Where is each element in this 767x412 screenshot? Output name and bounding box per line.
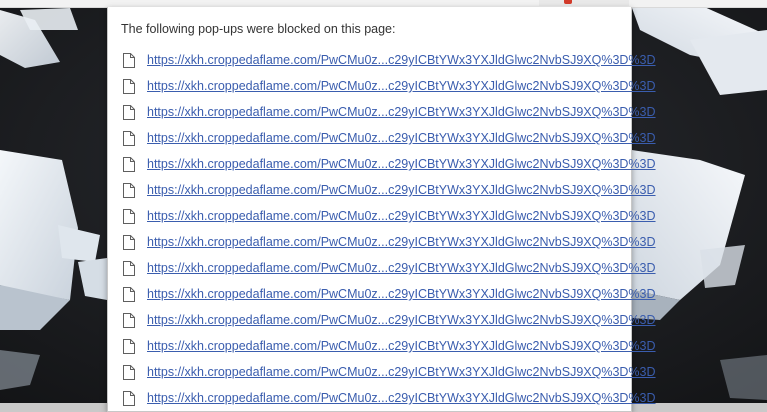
page-icon [123, 52, 135, 68]
blocked-popup-item: https://xkh.croppedaflame.com/PwCMu0z...… [108, 281, 656, 307]
blocked-popup-item: https://xkh.croppedaflame.com/PwCMu0z...… [108, 333, 656, 359]
page-icon [123, 260, 135, 276]
blocked-popup-item: https://xkh.croppedaflame.com/PwCMu0z...… [108, 385, 656, 411]
blocked-popup-link[interactable]: https://xkh.croppedaflame.com/PwCMu0z...… [147, 365, 656, 379]
page-icon [123, 234, 135, 250]
page-icon [123, 104, 135, 120]
page-icon [123, 78, 135, 94]
blocked-popup-item: https://xkh.croppedaflame.com/PwCMu0z...… [108, 229, 656, 255]
blocked-popup-item: https://xkh.croppedaflame.com/PwCMu0z...… [108, 47, 656, 73]
bubble-title: The following pop-ups were blocked on th… [121, 22, 396, 36]
screen: The following pop-ups were blocked on th… [0, 0, 767, 412]
blocked-popup-item: https://xkh.croppedaflame.com/PwCMu0z...… [108, 307, 656, 333]
blocked-popup-badge-icon [564, 0, 572, 4]
blocked-popup-item: https://xkh.croppedaflame.com/PwCMu0z...… [108, 125, 656, 151]
blocked-popup-list: https://xkh.croppedaflame.com/PwCMu0z...… [108, 47, 656, 411]
blocked-popup-link[interactable]: https://xkh.croppedaflame.com/PwCMu0z...… [147, 105, 656, 119]
page-icon [123, 364, 135, 380]
blocked-popup-item: https://xkh.croppedaflame.com/PwCMu0z...… [108, 359, 656, 385]
page-icon [123, 338, 135, 354]
blocked-popup-link[interactable]: https://xkh.croppedaflame.com/PwCMu0z...… [147, 339, 656, 353]
blocked-popup-link[interactable]: https://xkh.croppedaflame.com/PwCMu0z...… [147, 79, 656, 93]
page-icon [123, 182, 135, 198]
blocked-popup-item: https://xkh.croppedaflame.com/PwCMu0z...… [108, 203, 656, 229]
blocked-popup-link[interactable]: https://xkh.croppedaflame.com/PwCMu0z...… [147, 313, 656, 327]
blocked-popup-link[interactable]: https://xkh.croppedaflame.com/PwCMu0z...… [147, 261, 656, 275]
blocked-popup-link[interactable]: https://xkh.croppedaflame.com/PwCMu0z...… [147, 131, 656, 145]
blocked-popup-link[interactable]: https://xkh.croppedaflame.com/PwCMu0z...… [147, 235, 656, 249]
blocked-popup-link[interactable]: https://xkh.croppedaflame.com/PwCMu0z...… [147, 209, 656, 223]
page-icon [123, 208, 135, 224]
toolbar-button-edge[interactable] [539, 0, 629, 6]
blocked-popups-bubble: The following pop-ups were blocked on th… [107, 7, 656, 412]
blocked-popup-item: https://xkh.croppedaflame.com/PwCMu0z...… [108, 73, 656, 99]
page-icon [123, 130, 135, 146]
blocked-popup-link[interactable]: https://xkh.croppedaflame.com/PwCMu0z...… [147, 183, 656, 197]
blocked-popup-item: https://xkh.croppedaflame.com/PwCMu0z...… [108, 255, 656, 281]
blocked-popup-link[interactable]: https://xkh.croppedaflame.com/PwCMu0z...… [147, 157, 656, 171]
blocked-popup-item: https://xkh.croppedaflame.com/PwCMu0z...… [108, 177, 656, 203]
page-icon [123, 156, 135, 172]
blocked-popup-link[interactable]: https://xkh.croppedaflame.com/PwCMu0z...… [147, 53, 656, 67]
blocked-popup-link[interactable]: https://xkh.croppedaflame.com/PwCMu0z...… [147, 391, 656, 405]
blocked-popup-item: https://xkh.croppedaflame.com/PwCMu0z...… [108, 99, 656, 125]
blocked-popup-item: https://xkh.croppedaflame.com/PwCMu0z...… [108, 151, 656, 177]
blocked-popup-link[interactable]: https://xkh.croppedaflame.com/PwCMu0z...… [147, 287, 656, 301]
page-icon [123, 390, 135, 406]
page-icon [123, 312, 135, 328]
page-icon [123, 286, 135, 302]
